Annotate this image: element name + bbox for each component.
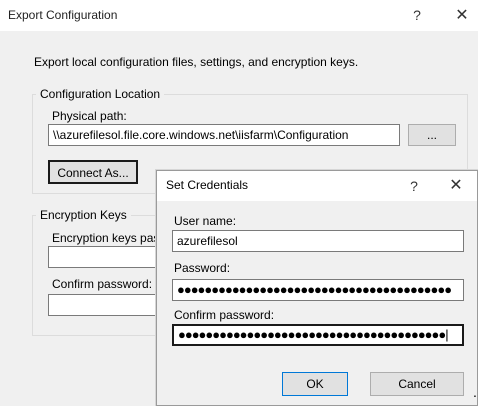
connect-as-button[interactable]: Connect As...	[48, 160, 138, 184]
encryption-keys-legend: Encryption Keys	[36, 208, 131, 222]
close-button[interactable]: ✕	[446, 0, 478, 31]
credentials-close-button[interactable]: ✕	[440, 171, 472, 201]
encryption-password-label: Encryption keys password:	[52, 231, 160, 245]
confirm-password-input[interactable]: ●●●●●●●●●●●●●●●●●●●●●●●●●●●●●●●●●●●●●●●|	[172, 324, 464, 346]
encryption-confirm-label: Confirm password:	[52, 277, 153, 291]
ok-button[interactable]: OK	[282, 372, 348, 396]
export-dialog-title: Export Configuration	[8, 8, 118, 22]
credentials-dialog-title: Set Credentials	[166, 178, 249, 192]
cancel-button[interactable]: Cancel	[370, 372, 464, 396]
export-description: Export local configuration files, settin…	[34, 55, 359, 69]
password-label: Password:	[174, 261, 231, 275]
help-button[interactable]: ?	[402, 0, 432, 31]
encryption-confirm-input[interactable]	[48, 294, 164, 316]
password-input[interactable]: ●●●●●●●●●●●●●●●●●●●●●●●●●●●●●●●●●●●●●●●●	[172, 279, 464, 301]
encryption-password-input[interactable]	[48, 246, 164, 268]
browse-button[interactable]: ...	[408, 124, 456, 146]
user-name-input[interactable]: azurefilesol	[172, 230, 464, 252]
confirm-password-label: Confirm password:	[174, 308, 275, 322]
physical-path-label: Physical path:	[52, 109, 127, 123]
configuration-location-legend: Configuration Location	[36, 87, 165, 101]
credentials-help-button[interactable]: ?	[400, 171, 428, 201]
trailing-mark: .	[473, 384, 477, 400]
user-name-label: User name:	[174, 214, 237, 228]
physical-path-input[interactable]: \\azurefilesol.file.core.windows.net\iis…	[48, 124, 400, 146]
